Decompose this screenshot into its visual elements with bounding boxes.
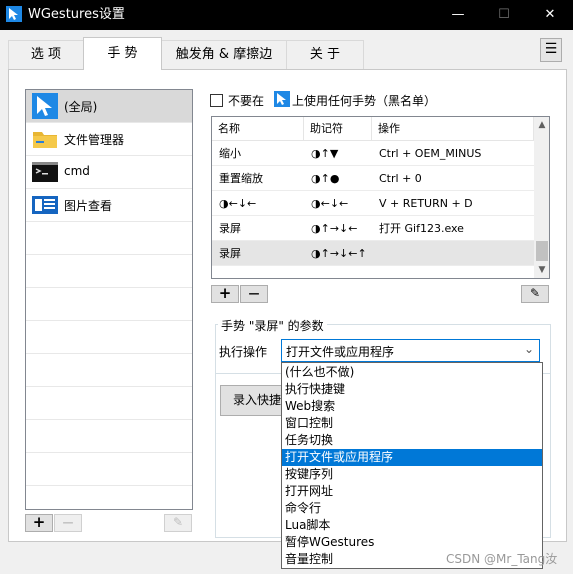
table-row[interactable]: 缩小 ◑↑▼ Ctrl + OEM_MINUS xyxy=(212,141,534,166)
empty-row xyxy=(26,222,192,255)
blacklist-checkbox[interactable] xyxy=(210,94,223,107)
empty-row xyxy=(26,387,192,420)
edit-app-icon[interactable]: ✎ xyxy=(164,514,192,532)
table-scrollbar[interactable]: ▲ ▼ xyxy=(534,117,549,278)
dropdown-option[interactable]: 打开网址 xyxy=(282,483,542,500)
action-select[interactable]: 打开文件或应用程序 ⌄ xyxy=(281,339,540,362)
gesture-mnemonic: ◑↑→↓← xyxy=(311,222,358,235)
empty-row xyxy=(26,486,192,509)
dropdown-option[interactable]: 任务切换 xyxy=(282,432,542,449)
tab-about[interactable]: 关 于 xyxy=(286,40,364,69)
watermark: CSDN @Mr_Tang汝 xyxy=(446,552,558,566)
table-row[interactable]: 录屏 ◑↑→↓← 打开 Gif123.exe xyxy=(212,216,534,241)
gesture-action: Ctrl + 0 xyxy=(379,172,422,185)
empty-row xyxy=(26,354,192,387)
window-title: WGestures设置 xyxy=(28,7,125,22)
cursor-icon xyxy=(32,93,58,119)
column-header-name[interactable]: 名称 xyxy=(212,117,304,141)
gesture-name: ◑←↓← xyxy=(219,197,257,210)
menu-icon[interactable]: ☰ xyxy=(540,38,562,62)
gesture-action xyxy=(372,241,532,266)
folder-icon xyxy=(33,132,57,148)
tab-options[interactable]: 选 项 xyxy=(8,40,84,69)
gesture-mnemonic: ◑↑→↓←↑ xyxy=(311,247,367,260)
gesture-name: 录屏 xyxy=(219,222,241,235)
table-row[interactable]: ◑←↓← ◑←↓← V + RETURN + D xyxy=(212,191,534,216)
minimize-button[interactable]: — xyxy=(435,0,481,30)
remove-gesture-button[interactable]: — xyxy=(240,285,268,303)
gesture-mnemonic: ◑↑▼ xyxy=(311,147,339,160)
gesture-action: 打开 Gif123.exe xyxy=(379,222,464,235)
app-item-cmd[interactable]: cmd xyxy=(26,156,192,189)
dropdown-option[interactable]: 命令行 xyxy=(282,500,542,517)
empty-row xyxy=(26,255,192,288)
action-label: 执行操作 xyxy=(219,345,268,359)
scrollbar-thumb[interactable] xyxy=(536,241,548,261)
add-app-button[interactable]: + xyxy=(25,514,53,532)
remove-app-button[interactable]: — xyxy=(54,514,82,532)
dropdown-option[interactable]: 按键序列 xyxy=(282,466,542,483)
params-title: 手势 "录屏" 的参数 xyxy=(218,317,327,334)
dropdown-option[interactable]: 暂停WGestures xyxy=(282,534,542,551)
empty-row xyxy=(26,288,192,321)
app-item-label: 图片查看 xyxy=(64,199,113,213)
maximize-button[interactable]: ☐ xyxy=(481,0,527,30)
blacklist-text-before: 不要在 xyxy=(228,94,265,108)
column-header-mnemonic[interactable]: 助记符 xyxy=(304,117,372,141)
app-item-label: (全局) xyxy=(64,100,98,114)
scroll-up-icon[interactable]: ▲ xyxy=(534,117,549,133)
tab-hot-corners[interactable]: 触发角 & 摩擦边 xyxy=(161,40,287,69)
dropdown-option-selected[interactable]: 打开文件或应用程序 xyxy=(282,449,542,466)
table-row[interactable]: 重置缩放 ◑↑● Ctrl + 0 xyxy=(212,166,534,191)
app-item-file-manager[interactable]: 文件管理器 xyxy=(26,123,192,156)
wgestures-app-icon xyxy=(6,6,22,22)
action-dropdown-list[interactable]: (什么也不做) 执行快捷键 Web搜索 窗口控制 任务切换 打开文件或应用程序 … xyxy=(281,362,543,569)
image-viewer-icon xyxy=(32,196,58,214)
column-header-action[interactable]: 操作 xyxy=(372,117,534,141)
record-shortcut-button[interactable]: 录入快捷键 xyxy=(220,385,284,416)
table-row-selected[interactable]: 录屏 ◑↑→↓←↑ xyxy=(212,241,534,266)
app-item-image-viewer[interactable]: 图片查看 xyxy=(26,189,192,222)
dropdown-option[interactable]: (什么也不做) xyxy=(282,364,542,381)
app-item-label: 文件管理器 xyxy=(64,133,125,147)
blacklist-text-after: 上使用任何手势（黑名单） xyxy=(292,94,437,108)
app-list[interactable]: (全局) 文件管理器 cmd 图片查看 xyxy=(25,89,193,510)
gesture-name: 重置缩放 xyxy=(219,172,263,185)
app-item-global[interactable]: (全局) xyxy=(26,90,192,123)
close-button[interactable]: ✕ xyxy=(527,0,573,30)
add-gesture-button[interactable]: + xyxy=(211,285,239,303)
tab-gestures[interactable]: 手 势 xyxy=(83,37,162,70)
empty-row xyxy=(26,321,192,354)
gesture-action: Ctrl + OEM_MINUS xyxy=(379,147,482,160)
edit-gesture-icon[interactable]: ✎ xyxy=(521,285,549,303)
gesture-action: V + RETURN + D xyxy=(379,197,473,210)
dropdown-option[interactable]: Lua脚本 xyxy=(282,517,542,534)
app-item-label: cmd xyxy=(64,164,90,178)
dropdown-option[interactable]: 执行快捷键 xyxy=(282,381,542,398)
gesture-table[interactable]: 名称 助记符 操作 缩小 ◑↑▼ Ctrl + OEM_MINUS 重置缩放 ◑… xyxy=(211,116,550,279)
gesture-mnemonic: ◑←↓← xyxy=(311,197,349,210)
empty-row xyxy=(26,420,192,453)
action-select-value: 打开文件或应用程序 xyxy=(286,345,395,359)
dropdown-option[interactable]: Web搜索 xyxy=(282,398,542,415)
gesture-mnemonic: ◑↑● xyxy=(311,172,340,185)
gesture-name: 录屏 xyxy=(219,247,241,260)
scroll-down-icon[interactable]: ▼ xyxy=(534,262,549,278)
title-bar: WGestures设置 — ☐ ✕ xyxy=(0,0,573,30)
empty-row xyxy=(26,453,192,486)
console-icon xyxy=(32,162,58,182)
chevron-down-icon[interactable]: ⌄ xyxy=(524,342,534,356)
dropdown-option[interactable]: 窗口控制 xyxy=(282,415,542,432)
cursor-icon xyxy=(274,91,290,107)
gesture-name: 缩小 xyxy=(219,147,241,160)
